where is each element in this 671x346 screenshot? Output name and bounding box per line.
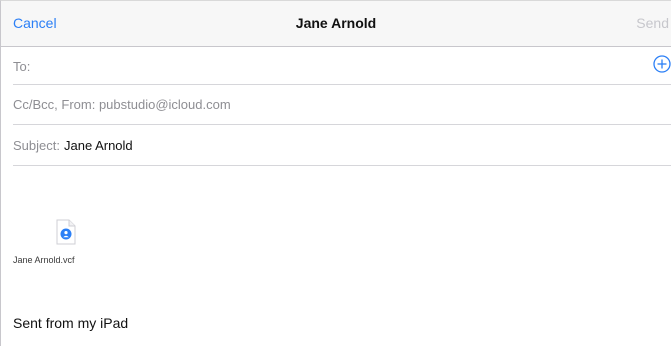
cc-bcc-from-label: Cc/Bcc, From: pubstudio@icloud.com — [13, 97, 231, 112]
plus-circle-icon — [653, 55, 671, 73]
subject-label: Subject: Jane Arnold — [13, 138, 133, 153]
to-label: To: — [13, 59, 31, 74]
add-recipient-button[interactable] — [653, 55, 671, 73]
page-title: Jane Arnold — [295, 15, 377, 31]
compose-screen: Cancel Jane Arnold Send To: Cc/Bcc, From… — [0, 0, 671, 346]
email-signature[interactable]: Sent from my iPad — [13, 315, 128, 331]
subject-label-text: Subject: — [13, 138, 60, 153]
attachment-filename: Jane Arnold.vcf — [13, 255, 75, 265]
subject-field[interactable]: Subject: Jane Arnold — [13, 125, 671, 166]
cc-bcc-from-field[interactable]: Cc/Bcc, From: pubstudio@icloud.com — [13, 85, 671, 125]
send-button[interactable]: Send — [636, 15, 669, 31]
compose-navbar: Cancel Jane Arnold Send — [1, 1, 671, 47]
contact-card-icon — [56, 219, 76, 245]
subject-value: Jane Arnold — [63, 138, 133, 153]
to-field[interactable]: To: — [13, 47, 671, 85]
